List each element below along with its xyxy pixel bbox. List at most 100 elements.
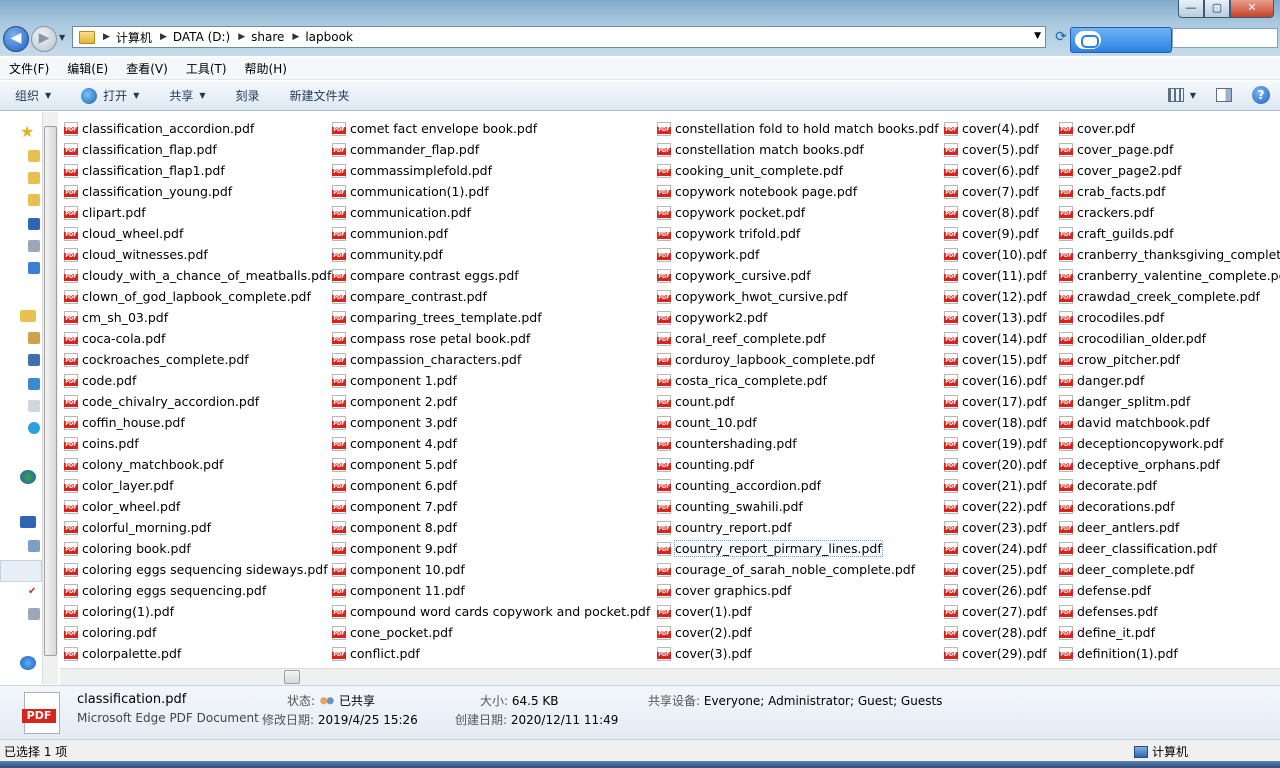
file-item[interactable]: copywork pocket.pdf bbox=[657, 202, 939, 223]
organize-button[interactable]: 组织 ▼ bbox=[0, 87, 66, 104]
horizontal-scrollbar-thumb[interactable] bbox=[284, 670, 300, 684]
file-item[interactable]: component 3.pdf bbox=[332, 412, 650, 433]
videos-icon[interactable] bbox=[28, 354, 40, 366]
file-item[interactable]: cover(11).pdf bbox=[944, 265, 1047, 286]
file-item[interactable]: define_it.pdf bbox=[1059, 622, 1280, 643]
file-item[interactable]: crocodilian_older.pdf bbox=[1059, 328, 1280, 349]
file-item[interactable]: community.pdf bbox=[332, 244, 650, 265]
file-item[interactable]: cover_page.pdf bbox=[1059, 139, 1280, 160]
file-item[interactable]: comet fact envelope book.pdf bbox=[332, 118, 650, 139]
file-item[interactable]: constellation fold to hold match books.p… bbox=[657, 118, 939, 139]
file-item[interactable]: cover_page2.pdf bbox=[1059, 160, 1280, 181]
file-item[interactable]: defense.pdf bbox=[1059, 580, 1280, 601]
file-item[interactable]: communication.pdf bbox=[332, 202, 650, 223]
file-item[interactable]: component 1.pdf bbox=[332, 370, 650, 391]
network-icon[interactable] bbox=[28, 240, 40, 252]
address-dropdown-icon[interactable]: ▼ bbox=[1034, 31, 1041, 41]
file-item[interactable]: cranberry_thanksgiving_complete.pdf bbox=[1059, 244, 1280, 265]
file-item[interactable]: commassimplefold.pdf bbox=[332, 160, 650, 181]
file-item[interactable]: coloring.pdf bbox=[64, 622, 331, 643]
crumb-separator-icon[interactable]: ▶ bbox=[160, 32, 167, 42]
file-item[interactable]: cover(29).pdf bbox=[944, 643, 1047, 664]
file-item[interactable]: coins.pdf bbox=[64, 433, 331, 454]
file-item[interactable]: colorpalette.pdf bbox=[64, 643, 331, 664]
nav-selected-item[interactable] bbox=[0, 560, 42, 582]
nav-scrollbar[interactable] bbox=[42, 112, 58, 684]
file-item[interactable]: cover(13).pdf bbox=[944, 307, 1047, 328]
file-item[interactable]: colorful_morning.pdf bbox=[64, 517, 331, 538]
file-item[interactable]: component 10.pdf bbox=[332, 559, 650, 580]
crumb-separator-icon[interactable]: ▶ bbox=[292, 32, 299, 42]
file-item[interactable]: code.pdf bbox=[64, 370, 331, 391]
file-item[interactable]: cone_pocket.pdf bbox=[332, 622, 650, 643]
file-item[interactable]: copywork2.pdf bbox=[657, 307, 939, 328]
file-item[interactable]: count.pdf bbox=[657, 391, 939, 412]
file-item[interactable]: component 11.pdf bbox=[332, 580, 650, 601]
file-item[interactable]: counting_swahili.pdf bbox=[657, 496, 939, 517]
file-item[interactable]: compass rose petal book.pdf bbox=[332, 328, 650, 349]
minimize-button[interactable]: — bbox=[1178, 0, 1204, 18]
file-item[interactable]: cover(18).pdf bbox=[944, 412, 1047, 433]
breadcrumb-computer[interactable]: 计算机 bbox=[116, 29, 152, 46]
file-item[interactable]: cover(23).pdf bbox=[944, 517, 1047, 538]
file-item[interactable]: cover(21).pdf bbox=[944, 475, 1047, 496]
file-item[interactable]: cover(7).pdf bbox=[944, 181, 1047, 202]
file-item[interactable]: counting_accordion.pdf bbox=[657, 475, 939, 496]
file-item[interactable]: component 6.pdf bbox=[332, 475, 650, 496]
close-button[interactable]: ✕ bbox=[1230, 0, 1274, 18]
burn-button[interactable]: 刻录 bbox=[221, 87, 275, 104]
crumb-separator-icon[interactable]: ▶ bbox=[103, 32, 110, 42]
address-bar[interactable]: ▶ 计算机 ▶ DATA (D:) ▶ share ▶ lapbook ▼ bbox=[72, 26, 1046, 48]
breadcrumb-lapbook[interactable]: lapbook bbox=[305, 30, 353, 44]
documents-icon[interactable] bbox=[28, 332, 40, 344]
menu-view[interactable]: 查看(V) bbox=[117, 60, 177, 77]
file-item[interactable]: crawdad_creek_complete.pdf bbox=[1059, 286, 1280, 307]
menu-help[interactable]: 帮助(H) bbox=[236, 60, 296, 77]
file-item[interactable]: communion.pdf bbox=[332, 223, 650, 244]
search-input[interactable] bbox=[1172, 28, 1278, 48]
file-item[interactable]: coloring book.pdf bbox=[64, 538, 331, 559]
desktop-icon[interactable] bbox=[28, 218, 40, 230]
file-item[interactable]: deer_antlers.pdf bbox=[1059, 517, 1280, 538]
crumb-separator-icon[interactable]: ▶ bbox=[238, 32, 245, 42]
file-item[interactable]: color_layer.pdf bbox=[64, 475, 331, 496]
file-item[interactable]: cloud_witnesses.pdf bbox=[64, 244, 331, 265]
file-item[interactable]: cover(12).pdf bbox=[944, 286, 1047, 307]
file-item[interactable]: code_chivalry_accordion.pdf bbox=[64, 391, 331, 412]
file-item[interactable]: deer_complete.pdf bbox=[1059, 559, 1280, 580]
view-options-icon[interactable] bbox=[1167, 88, 1184, 102]
menu-tools[interactable]: 工具(T) bbox=[177, 60, 236, 77]
file-item[interactable]: cover(2).pdf bbox=[657, 622, 939, 643]
file-item[interactable]: compassion_characters.pdf bbox=[332, 349, 650, 370]
file-item[interactable]: cover(25).pdf bbox=[944, 559, 1047, 580]
file-item[interactable]: compare contrast eggs.pdf bbox=[332, 265, 650, 286]
folder-icon[interactable] bbox=[28, 150, 40, 162]
file-item[interactable]: cooking_unit_complete.pdf bbox=[657, 160, 939, 181]
file-item[interactable]: cover(9).pdf bbox=[944, 223, 1047, 244]
file-item[interactable]: cover(28).pdf bbox=[944, 622, 1047, 643]
file-item[interactable]: country_report_pirmary_lines.pdf bbox=[657, 538, 939, 559]
file-item[interactable]: cover(8).pdf bbox=[944, 202, 1047, 223]
recent-pages-dropdown[interactable]: ▼ bbox=[59, 33, 65, 42]
file-item[interactable]: cockroaches_complete.pdf bbox=[64, 349, 331, 370]
refresh-button[interactable]: ⟳ bbox=[1050, 26, 1072, 48]
file-item[interactable]: cover.pdf bbox=[1059, 118, 1280, 139]
file-item[interactable]: cover(22).pdf bbox=[944, 496, 1047, 517]
file-item[interactable]: crab_facts.pdf bbox=[1059, 181, 1280, 202]
file-item[interactable]: component 7.pdf bbox=[332, 496, 650, 517]
cloud-icon[interactable] bbox=[28, 262, 40, 274]
file-item[interactable]: cover(20).pdf bbox=[944, 454, 1047, 475]
file-item[interactable]: cover(27).pdf bbox=[944, 601, 1047, 622]
file-item[interactable]: cover(1).pdf bbox=[657, 601, 939, 622]
file-item[interactable]: copywork trifold.pdf bbox=[657, 223, 939, 244]
file-item[interactable]: crocodiles.pdf bbox=[1059, 307, 1280, 328]
menu-edit[interactable]: 编辑(E) bbox=[58, 60, 117, 77]
file-item[interactable]: cover(24).pdf bbox=[944, 538, 1047, 559]
file-item[interactable]: component 4.pdf bbox=[332, 433, 650, 454]
share-button[interactable]: 共享 ▼ bbox=[154, 87, 220, 104]
file-item[interactable]: danger.pdf bbox=[1059, 370, 1280, 391]
libraries-icon[interactable] bbox=[20, 310, 36, 322]
file-item[interactable]: danger_splitm.pdf bbox=[1059, 391, 1280, 412]
file-item[interactable]: deer_classification.pdf bbox=[1059, 538, 1280, 559]
file-item[interactable]: compare_contrast.pdf bbox=[332, 286, 650, 307]
